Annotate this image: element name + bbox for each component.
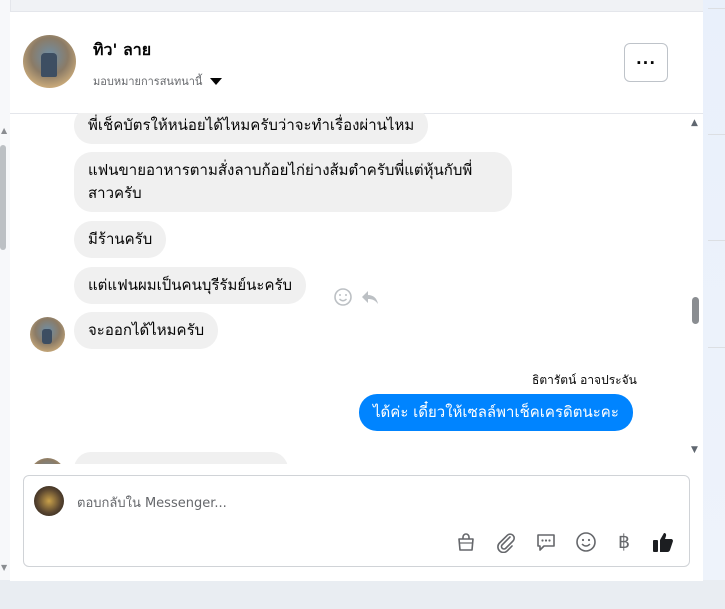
paperclip-icon[interactable] [494, 530, 518, 554]
saved-replies-icon[interactable] [534, 530, 558, 554]
message-bubble-partial[interactable] [74, 452, 288, 464]
message-thread: พี่เช็คบัตรให้หน่อยได้ไหมครับว่าจะทำเรื่… [10, 113, 703, 464]
sender-name: ธิตารัตน์ อาจประจัน [532, 373, 637, 387]
emoji-icon[interactable] [574, 530, 598, 554]
more-options-button[interactable]: ··· [624, 43, 668, 82]
message-bubble[interactable]: จะออกได้ไหมครับ [74, 312, 219, 349]
bottom-edge [0, 580, 725, 609]
reply-icon[interactable] [360, 287, 380, 307]
thumbs-up-icon[interactable] [651, 530, 675, 554]
contact-avatar[interactable] [23, 35, 76, 88]
assign-conversation-dropdown[interactable]: มอบหมายการสนทนานี้ [93, 72, 223, 90]
scroll-up-arrow-icon[interactable]: ▲ [1, 126, 7, 135]
message-bubble[interactable]: แต่แฟนผมเป็นคนบุรีรัมย์นะครับ [74, 267, 307, 304]
reply-composer: ฿ [23, 475, 690, 567]
message-bubble[interactable]: มีร้านครับ [74, 221, 167, 258]
message-bubble-sent[interactable]: ได้ค่ะ เดี๋ยวให้เซลล์พาเช็คเครดิตนะคะ [359, 394, 633, 431]
conversation-panel: ทิว' ลาย มอบหมายการสนทนานี้ ··· พี่เช็คบ… [10, 11, 703, 581]
caret-down-icon [210, 77, 223, 85]
divider [708, 347, 725, 348]
contact-name[interactable]: ทิว' ลาย [93, 38, 151, 63]
scroll-down-arrow-icon[interactable]: ▼ [1, 563, 7, 572]
divider [708, 8, 725, 9]
scroll-down-arrow-icon[interactable]: ▼ [691, 445, 698, 455]
divider [708, 240, 725, 241]
thread-scrollbar[interactable] [691, 113, 703, 464]
react-emoji-icon[interactable] [333, 287, 353, 307]
thread-scrollbar-thumb[interactable] [692, 297, 699, 324]
reply-input[interactable] [77, 493, 657, 513]
page-avatar [34, 486, 64, 516]
shopping-bag-icon[interactable] [454, 530, 478, 554]
baht-icon[interactable]: ฿ [612, 530, 636, 554]
conversation-header: ทิว' ลาย มอบหมายการสนทนานี้ ··· [10, 12, 703, 114]
more-icon: ··· [635, 53, 657, 72]
contact-avatar-small[interactable] [30, 317, 65, 352]
right-edge-panel [703, 0, 725, 580]
message-bubble[interactable]: พี่เช็คบัตรให้หน่อยได้ไหมครับว่าจะทำเรื่… [74, 113, 429, 144]
scroll-up-arrow-icon[interactable]: ▲ [691, 118, 698, 128]
left-scrollbar-thumb[interactable] [0, 145, 6, 250]
message-bubble[interactable]: แฟนขายอาหารตามสั่งลาบก้อยไก่ย่างส้มตำครั… [74, 152, 512, 212]
divider [708, 134, 725, 135]
assign-conversation-label: มอบหมายการสนทนานี้ [93, 75, 203, 88]
contact-avatar-small[interactable] [30, 458, 65, 464]
